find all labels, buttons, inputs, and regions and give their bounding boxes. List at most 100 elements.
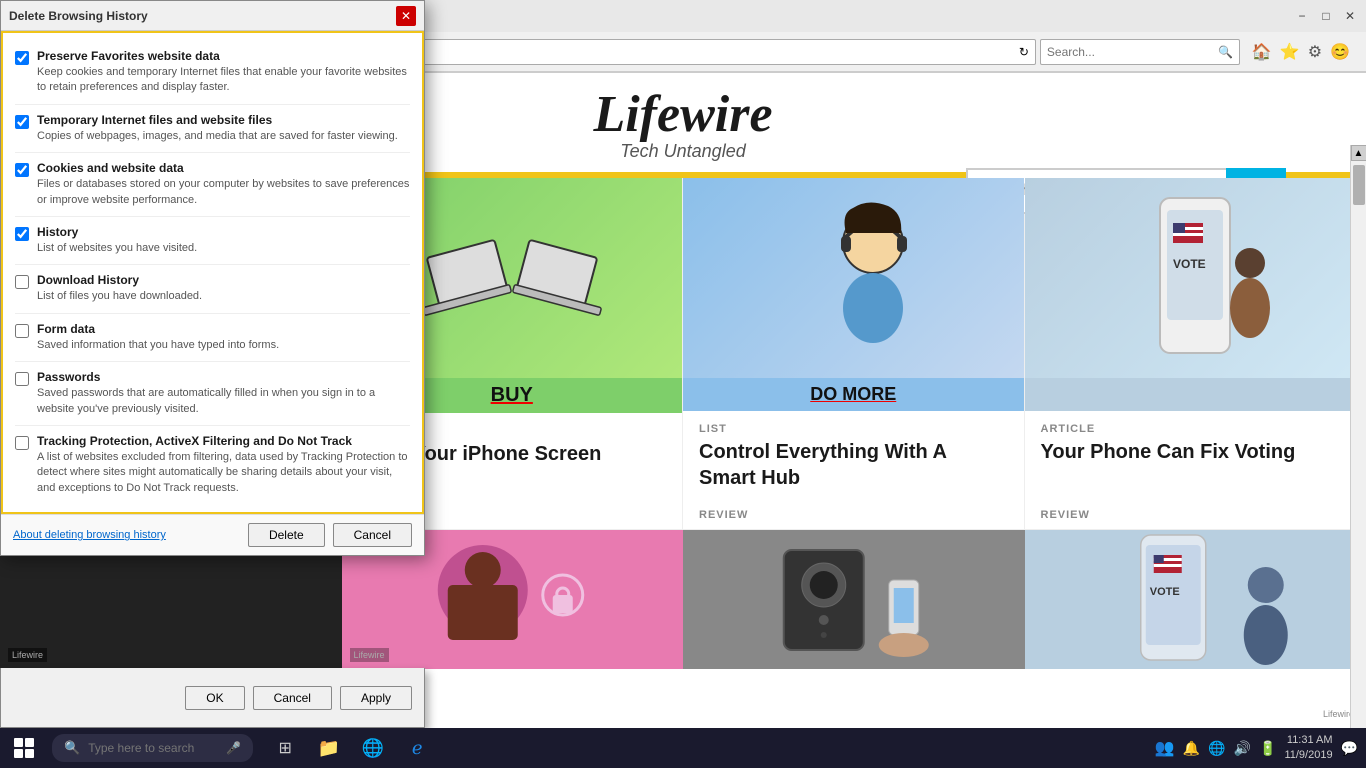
dialog-title-text: Delete Browsing History [9, 9, 148, 23]
start-button[interactable] [0, 728, 48, 768]
favorites-icon[interactable]: ⭐ [1280, 42, 1300, 62]
category-domore[interactable]: DO MORE [810, 376, 896, 412]
scroll-up-button[interactable]: ▲ [1351, 145, 1366, 161]
lifewire-watermark-2: Lifewire [350, 648, 389, 662]
dialog-item-tracking: Tracking Protection, ActiveX Filtering a… [15, 426, 410, 504]
internet-options-dialog-strip: OK Cancel Apply [0, 668, 425, 728]
article-card-4[interactable]: VOTE ARTICLE Your Phone Can Fix Voting R… [1025, 178, 1366, 529]
ie-icon[interactable]: ℯ [397, 728, 437, 768]
notification-center-icon[interactable]: 💬 [1341, 740, 1358, 757]
nav-search-input[interactable] [1047, 45, 1187, 59]
delete-browsing-history-dialog: Delete Browsing History ✕ Preserve Favor… [0, 0, 425, 556]
microphone-icon[interactable]: 🎤 [226, 741, 241, 755]
temp-content: Temporary Internet files and website fil… [37, 113, 398, 144]
dialog-item-history: History List of websites you have visite… [15, 217, 410, 265]
download-content: Download History List of files you have … [37, 273, 202, 304]
nav-icons: 🏠 ⭐ ⚙ 😊 [1244, 42, 1358, 62]
cookies-desc: Files or databases stored on your comput… [37, 177, 410, 208]
dialog-item-passwords: Passwords Saved passwords that are autom… [15, 362, 410, 426]
search-taskbar-icon: 🔍 [64, 740, 80, 756]
dialog-item-temp: Temporary Internet files and website fil… [15, 105, 410, 153]
taskbar-search-input[interactable] [88, 741, 218, 755]
buy-illustration [412, 188, 612, 368]
taskbar-clock[interactable]: 11:31 AM 11/9/2019 [1284, 733, 1332, 764]
second-row-3 [683, 530, 1025, 669]
history-content: History List of websites you have visite… [37, 225, 197, 256]
smiley-icon[interactable]: 😊 [1330, 42, 1350, 62]
tracking-title: Tracking Protection, ActiveX Filtering a… [37, 434, 410, 448]
passwords-title: Passwords [37, 370, 410, 384]
taskbar-search-bar[interactable]: 🔍 🎤 [52, 734, 253, 762]
refresh-small-icon[interactable]: ↻ [1019, 45, 1029, 59]
about-browsing-history-link[interactable]: About deleting browsing history [13, 529, 166, 541]
file-explorer-icon[interactable]: 📁 [309, 728, 349, 768]
formdata-title: Form data [37, 322, 279, 336]
volume-icon[interactable]: 🔊 [1234, 740, 1251, 757]
article-bottom-label-3: REVIEW [683, 501, 1024, 529]
clock-time: 11:31 AM [1284, 733, 1332, 748]
article-card-3[interactable]: DO MORE LIST Control Everything With A S… [683, 178, 1025, 529]
dialog-close-button[interactable]: ✕ [396, 6, 416, 26]
tracking-content: Tracking Protection, ActiveX Filtering a… [37, 434, 410, 496]
nav-search-bar[interactable]: 🔍 [1040, 39, 1240, 65]
close-window-button[interactable]: ✕ [1342, 8, 1358, 24]
task-view-button[interactable]: ⊞ [265, 728, 305, 768]
preserve-desc: Keep cookies and temporary Internet file… [37, 65, 410, 96]
speaker-illustration [683, 530, 1025, 669]
dialog-title-bar: Delete Browsing History ✕ [1, 1, 424, 31]
history-title: History [37, 225, 197, 239]
notification-icon[interactable]: 🔔 [1183, 740, 1200, 757]
history-checkbox[interactable] [15, 227, 29, 241]
tracking-checkbox[interactable] [15, 436, 29, 450]
ok-button[interactable]: OK [185, 686, 244, 710]
history-desc: List of websites you have visited. [37, 241, 197, 256]
settings-icon[interactable]: ⚙ [1308, 42, 1322, 62]
article-title-3[interactable]: Control Everything With A Smart Hub [683, 439, 1024, 499]
passwords-desc: Saved passwords that are automatically f… [37, 386, 410, 417]
article-bottom-label-4: REVIEW [1025, 501, 1366, 529]
article-label-3: LIST [683, 411, 1024, 439]
people-icon[interactable]: 👥 [1155, 738, 1175, 758]
maximize-button[interactable]: □ [1318, 8, 1334, 24]
article-label-4: ARTICLE [1025, 411, 1366, 439]
lifewire-watermark-1: Lifewire [8, 648, 47, 662]
taskbar: 🔍 🎤 ⊞ 📁 🌐 ℯ 👥 🔔 🌐 🔊 🔋 11:31 AM 11/9/2019… [0, 728, 1366, 768]
home-icon[interactable]: 🏠 [1252, 42, 1272, 62]
cookies-content: Cookies and website data Files or databa… [37, 161, 410, 208]
preserve-content: Preserve Favorites website data Keep coo… [37, 49, 410, 96]
formdata-checkbox[interactable] [15, 324, 29, 338]
cancel-button[interactable]: Cancel [333, 523, 412, 547]
scrollbar-thumb[interactable] [1353, 165, 1365, 205]
article-image-3 [683, 178, 1024, 378]
cookies-checkbox[interactable] [15, 163, 29, 177]
second-row-4: VOTE Lifewire [1025, 530, 1366, 669]
temp-checkbox[interactable] [15, 115, 29, 129]
delete-button[interactable]: Delete [248, 523, 325, 547]
dialog-item-formdata: Form data Saved information that you hav… [15, 314, 410, 362]
dialog-footer-buttons: Delete Cancel [248, 523, 412, 547]
domore-illustration [753, 188, 953, 368]
tracking-desc: A list of websites excluded from filteri… [37, 450, 410, 496]
category-buy[interactable]: BUY [491, 376, 533, 414]
preserve-checkbox[interactable] [15, 51, 29, 65]
dialog-item-download: Download History List of files you have … [15, 265, 410, 313]
taskbar-right-area: 👥 🔔 🌐 🔊 🔋 11:31 AM 11/9/2019 💬 [1155, 733, 1366, 764]
battery-icon[interactable]: 🔋 [1259, 740, 1276, 757]
network-icon[interactable]: 🌐 [1208, 740, 1225, 757]
article-image-4: VOTE [1025, 178, 1366, 378]
windows-start-icon [14, 738, 34, 758]
formdata-desc: Saved information that you have typed in… [37, 338, 279, 353]
apply-button[interactable]: Apply [340, 686, 412, 710]
dialog-item-preserve: Preserve Favorites website data Keep coo… [15, 41, 410, 105]
svg-text:VOTE: VOTE [1149, 586, 1179, 598]
minimize-button[interactable]: − [1294, 8, 1310, 24]
passwords-checkbox[interactable] [15, 372, 29, 386]
download-checkbox[interactable] [15, 275, 29, 289]
search-nav-icon[interactable]: 🔍 [1218, 45, 1233, 59]
phone-vote-illustration: VOTE [1095, 188, 1295, 368]
download-title: Download History [37, 273, 202, 287]
chrome-icon[interactable]: 🌐 [353, 728, 393, 768]
cancel-dialog-button[interactable]: Cancel [253, 686, 332, 710]
formdata-content: Form data Saved information that you hav… [37, 322, 279, 353]
article-title-4[interactable]: Your Phone Can Fix Voting [1025, 439, 1366, 473]
